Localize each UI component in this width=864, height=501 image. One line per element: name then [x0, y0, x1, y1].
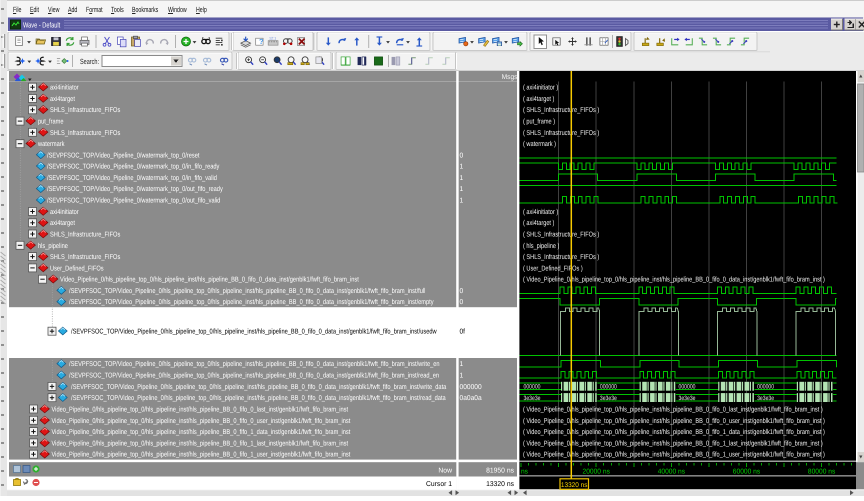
- svg-text:( Video_Pipeline_0/hls_pipelin: ( Video_Pipeline_0/hls_pipeline_top_0/hl…: [523, 439, 823, 447]
- svg-text:80000 ns: 80000 ns: [808, 469, 836, 476]
- svg-text:( Video_Pipeline_0/hls_pipelin: ( Video_Pipeline_0/hls_pipeline_top_0/hl…: [523, 276, 825, 284]
- svg-text:0: 0: [460, 299, 464, 306]
- svg-text:( SHLS_Infrastructure_FIFOs ): ( SHLS_Infrastructure_FIFOs ): [523, 106, 599, 114]
- svg-text:ns: ns: [521, 469, 528, 476]
- svg-text:13320 ns: 13320 ns: [561, 482, 588, 489]
- svg-text:( SHLS_Infrastructure_FIFOs ): ( SHLS_Infrastructure_FIFOs ): [523, 129, 599, 137]
- svg-text:13320 ns: 13320 ns: [486, 481, 514, 488]
- svg-text:1: 1: [460, 186, 464, 193]
- svg-text:Tools: Tools: [111, 5, 124, 14]
- svg-text:SHLS_Infrastructure_FIFOs: SHLS_Infrastructure_FIFOs: [50, 253, 121, 261]
- svg-text:/SEVPFSOC_TOP/Video_Pipeline_0: /SEVPFSOC_TOP/Video_Pipeline_0/hls_pipel…: [69, 372, 439, 380]
- svg-text:0f: 0f: [460, 328, 466, 336]
- svg-text:?: ?: [259, 37, 264, 45]
- svg-text:Window: Window: [168, 5, 187, 14]
- svg-text:/SEVPFSOC_TOP/Video_Pipeline_0: /SEVPFSOC_TOP/Video_Pipeline_0/watermark…: [47, 151, 200, 159]
- svg-text:/SEVPFSOC_TOP/Video_Pipeline_0: /SEVPFSOC_TOP/Video_Pipeline_0/hls_pipel…: [71, 383, 446, 391]
- svg-text:3e3e3e: 3e3e3e: [600, 395, 617, 402]
- svg-text:40000 ns: 40000 ns: [658, 469, 686, 476]
- svg-text:axi4initiator: axi4initiator: [50, 208, 79, 216]
- svg-text:1: 1: [460, 164, 464, 171]
- svg-text:File: File: [13, 5, 22, 14]
- svg-text:( watermark ): ( watermark ): [523, 140, 556, 148]
- svg-text:View: View: [48, 5, 60, 14]
- svg-text:1: 1: [460, 175, 464, 182]
- svg-text:Video_Pipeline_0/hls_pipeline_: Video_Pipeline_0/hls_pipeline_top_0/hls_…: [52, 417, 351, 425]
- svg-text:Help: Help: [196, 5, 207, 14]
- svg-text:( hls_pipeline ): ( hls_pipeline ): [523, 242, 559, 250]
- svg-text:Bookmarks: Bookmarks: [132, 5, 158, 14]
- svg-text:Wave - Default: Wave - Default: [23, 20, 61, 29]
- svg-text:1: 1: [460, 198, 464, 205]
- svg-text:( axi4target ): ( axi4target ): [523, 219, 554, 227]
- svg-text:Video_Pipeline_0/hls_pipeline_: Video_Pipeline_0/hls_pipeline_top_0/hls_…: [52, 439, 349, 447]
- svg-text:12:1: 12:1: [269, 36, 277, 40]
- svg-text:Msgs: Msgs: [502, 74, 518, 81]
- svg-text:Format: Format: [86, 5, 103, 14]
- svg-text:( Video_Pipeline_0/hls_pipelin: ( Video_Pipeline_0/hls_pipeline_top_0/hl…: [523, 428, 825, 436]
- svg-text:( SHLS_Infrastructure_FIFOs ): ( SHLS_Infrastructure_FIFOs ): [523, 253, 599, 261]
- svg-text:Cursor 1: Cursor 1: [426, 481, 452, 488]
- svg-text:Video_Pipeline_0/hls_pipeline_: Video_Pipeline_0/hls_pipeline_top_0/hls_…: [60, 276, 359, 284]
- svg-text:SHLS_Infrastructure_FIFOs: SHLS_Infrastructure_FIFOs: [50, 230, 121, 238]
- svg-text:1: 1: [460, 373, 464, 380]
- svg-text:000000: 000000: [600, 384, 617, 391]
- svg-text:/SEVPFSOC_TOP/Video_Pipeline_0: /SEVPFSOC_TOP/Video_Pipeline_0/hls_pipel…: [69, 298, 434, 306]
- svg-text:/SEVPFSOC_TOP/Video_Pipeline_0: /SEVPFSOC_TOP/Video_Pipeline_0/hls_pipel…: [71, 328, 437, 336]
- svg-text:SHLS_Infrastructure_FIFOs: SHLS_Infrastructure_FIFOs: [50, 129, 121, 137]
- svg-text:axi4target: axi4target: [50, 219, 75, 227]
- svg-text:/SEVPFSOC_TOP/Video_Pipeline_0: /SEVPFSOC_TOP/Video_Pipeline_0/watermark…: [47, 185, 223, 193]
- svg-text:( Video_Pipeline_0/hls_pipelin: ( Video_Pipeline_0/hls_pipeline_top_0/hl…: [523, 405, 823, 413]
- svg-text:81950 ns: 81950 ns: [486, 468, 514, 475]
- svg-text:3e3e3e: 3e3e3e: [757, 395, 774, 402]
- svg-text:Edit: Edit: [30, 5, 40, 14]
- svg-text:1: 1: [460, 361, 464, 368]
- svg-text:Video_Pipeline_0/hls_pipeline_: Video_Pipeline_0/hls_pipeline_top_0/hls_…: [52, 451, 351, 459]
- svg-text:0: 0: [460, 152, 464, 159]
- svg-text:3e3e3e: 3e3e3e: [679, 395, 696, 402]
- svg-text:/SEVPFSOC_TOP/Video_Pipeline_0: /SEVPFSOC_TOP/Video_Pipeline_0/hls_pipel…: [69, 287, 426, 295]
- svg-text:hls_pipeline: hls_pipeline: [38, 242, 68, 250]
- svg-text:Video_Pipeline_0/hls_pipeline_: Video_Pipeline_0/hls_pipeline_top_0/hls_…: [52, 405, 349, 413]
- svg-text:( User_Defined_FIFOs ): ( User_Defined_FIFOs ): [523, 264, 583, 272]
- svg-text:Video_Pipeline_0/hls_pipeline_: Video_Pipeline_0/hls_pipeline_top_0/hls_…: [52, 428, 351, 436]
- svg-text:put_frame: put_frame: [38, 118, 64, 126]
- svg-text:/SEVPFSOC_TOP/Video_Pipeline_0: /SEVPFSOC_TOP/Video_Pipeline_0/watermark…: [47, 163, 220, 171]
- svg-text:Add: Add: [68, 5, 77, 14]
- svg-text:( put_frame ): ( put_frame ): [523, 118, 555, 126]
- svg-text:/SEVPFSOC_TOP/Video_Pipeline_0: /SEVPFSOC_TOP/Video_Pipeline_0/watermark…: [47, 174, 217, 182]
- svg-text:( SHLS_Infrastructure_FIFOs ): ( SHLS_Infrastructure_FIFOs ): [523, 230, 599, 238]
- svg-text:User_Defined_FIFOs: User_Defined_FIFOs: [50, 264, 104, 272]
- svg-text:60000 ns: 60000 ns: [733, 469, 761, 476]
- svg-text:( Video_Pipeline_0/hls_pipelin: ( Video_Pipeline_0/hls_pipeline_top_0/hl…: [523, 417, 825, 425]
- svg-text:( axi4initiator ): ( axi4initiator ): [523, 84, 558, 92]
- svg-text:( Video_Pipeline_0/hls_pipelin: ( Video_Pipeline_0/hls_pipeline_top_0/hl…: [523, 451, 825, 459]
- svg-text:SHLS_Infrastructure_FIFOs: SHLS_Infrastructure_FIFOs: [50, 106, 121, 114]
- svg-text:000000: 000000: [679, 384, 696, 391]
- svg-text:axi4initiator: axi4initiator: [50, 84, 79, 92]
- svg-text:0: 0: [460, 288, 464, 295]
- svg-text:axi4target: axi4target: [50, 95, 75, 103]
- svg-text:watermark: watermark: [37, 140, 65, 148]
- svg-text:/SEVPFSOC_TOP/Video_Pipeline_0: /SEVPFSOC_TOP/Video_Pipeline_0/hls_pipel…: [69, 360, 440, 368]
- svg-text:20000 ns: 20000 ns: [583, 469, 611, 476]
- svg-text:( axi4initiator ): ( axi4initiator ): [523, 208, 558, 216]
- svg-text:000000: 000000: [524, 384, 541, 391]
- svg-text:/SEVPFSOC_TOP/Video_Pipeline_0: /SEVPFSOC_TOP/Video_Pipeline_0/watermark…: [47, 197, 220, 205]
- svg-text:Now: Now: [438, 468, 453, 475]
- svg-text:Search:: Search:: [80, 57, 99, 66]
- svg-text:000000: 000000: [460, 384, 482, 391]
- svg-text:000000: 000000: [757, 384, 774, 391]
- svg-text:/SEVPFSOC_TOP/Video_Pipeline_0: /SEVPFSOC_TOP/Video_Pipeline_0/hls_pipel…: [71, 394, 446, 402]
- svg-text:( axi4target ): ( axi4target ): [523, 95, 554, 103]
- svg-text:0a0a0a: 0a0a0a: [460, 395, 482, 402]
- svg-text:3e3e3e: 3e3e3e: [524, 395, 541, 402]
